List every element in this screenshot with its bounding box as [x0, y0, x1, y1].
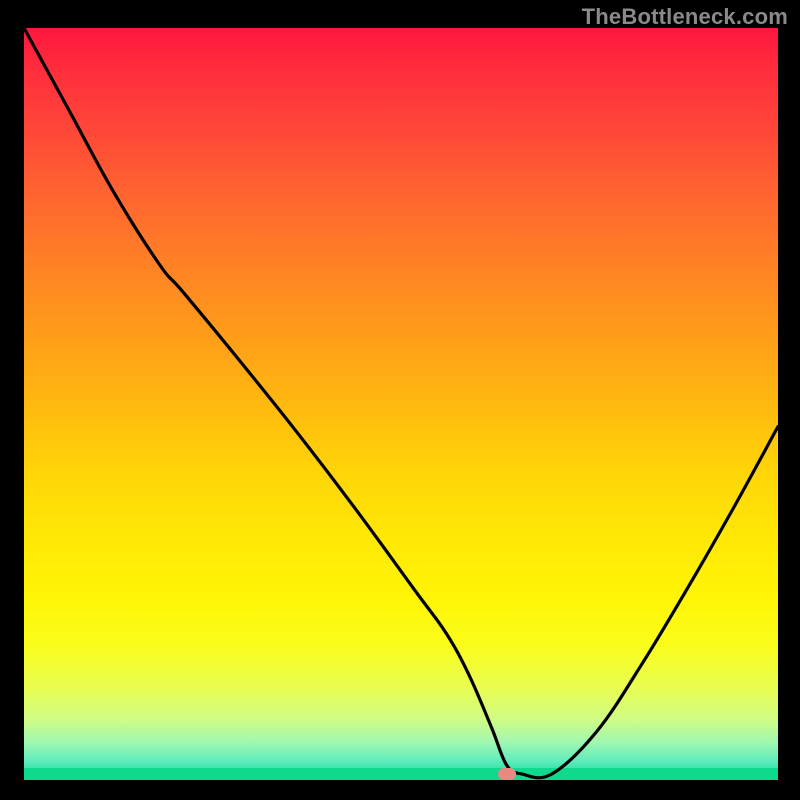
plot-area — [24, 28, 778, 780]
optimal-marker — [498, 768, 516, 780]
chart-frame: TheBottleneck.com — [0, 0, 800, 800]
watermark-text: TheBottleneck.com — [582, 4, 788, 30]
bottleneck-curve — [24, 28, 778, 780]
